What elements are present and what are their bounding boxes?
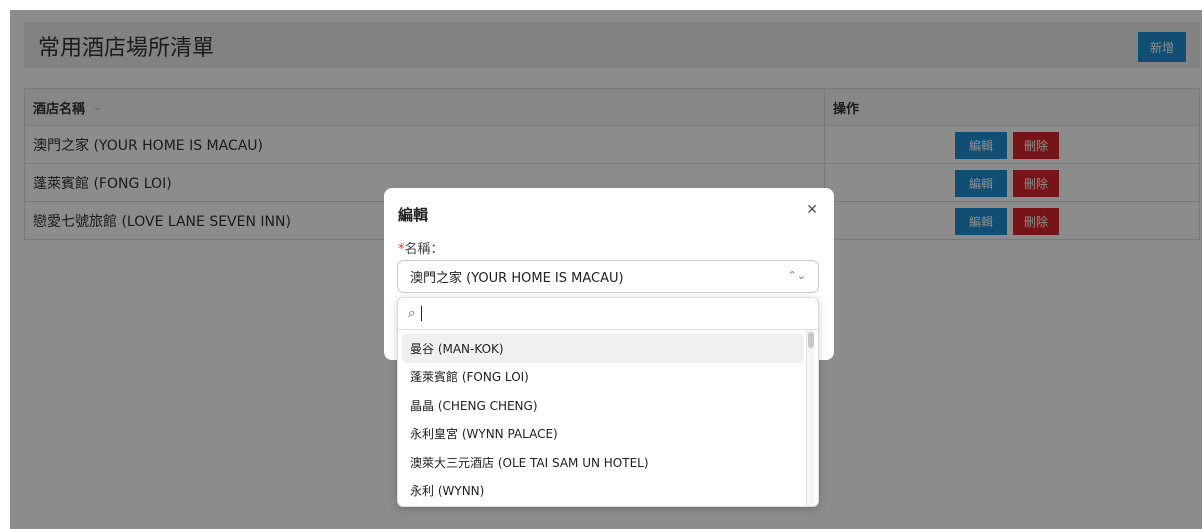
chevron-updown-icon: ⌃⌄ (787, 269, 806, 282)
hotel-select[interactable]: 澳門之家 (YOUR HOME IS MACAU) ⌃⌄ (397, 260, 819, 293)
search-input[interactable] (422, 306, 783, 321)
dropdown-option[interactable]: 蓬萊賓館 (FONG LOI) (402, 363, 804, 392)
name-field-label: *名稱： (398, 238, 444, 257)
dropdown-options: 曼谷 (MAN-KOK) 蓬萊賓館 (FONG LOI) 晶晶 (CHENG C… (402, 334, 804, 505)
dropdown-option[interactable]: 永利 (WYNN) (402, 477, 804, 506)
name-label-text: 名稱： (404, 242, 444, 257)
dropdown-option[interactable]: 永利皇宮 (WYNN PALACE) (402, 420, 804, 449)
search-icon: ⌕ (408, 306, 416, 321)
modal-title: 編輯 (398, 206, 429, 224)
hotel-dropdown: ⌕ 曼谷 (MAN-KOK) 蓬萊賓館 (FONG LOI) 晶晶 (CHENG… (397, 297, 819, 507)
scrollbar-thumb[interactable] (808, 332, 814, 348)
dropdown-search[interactable]: ⌕ (398, 298, 818, 330)
hotel-select-value: 澳門之家 (YOUR HOME IS MACAU) (410, 271, 624, 286)
dropdown-scrollbar[interactable] (806, 330, 814, 506)
dropdown-option[interactable]: 澳萊大三元酒店 (OLE TAI SAM UN HOTEL) (402, 448, 804, 477)
close-icon[interactable]: ✕ (806, 202, 818, 218)
dropdown-option[interactable]: 曼谷 (MAN-KOK) (402, 334, 804, 363)
dropdown-option[interactable]: 晶晶 (CHENG CHENG) (402, 391, 804, 420)
